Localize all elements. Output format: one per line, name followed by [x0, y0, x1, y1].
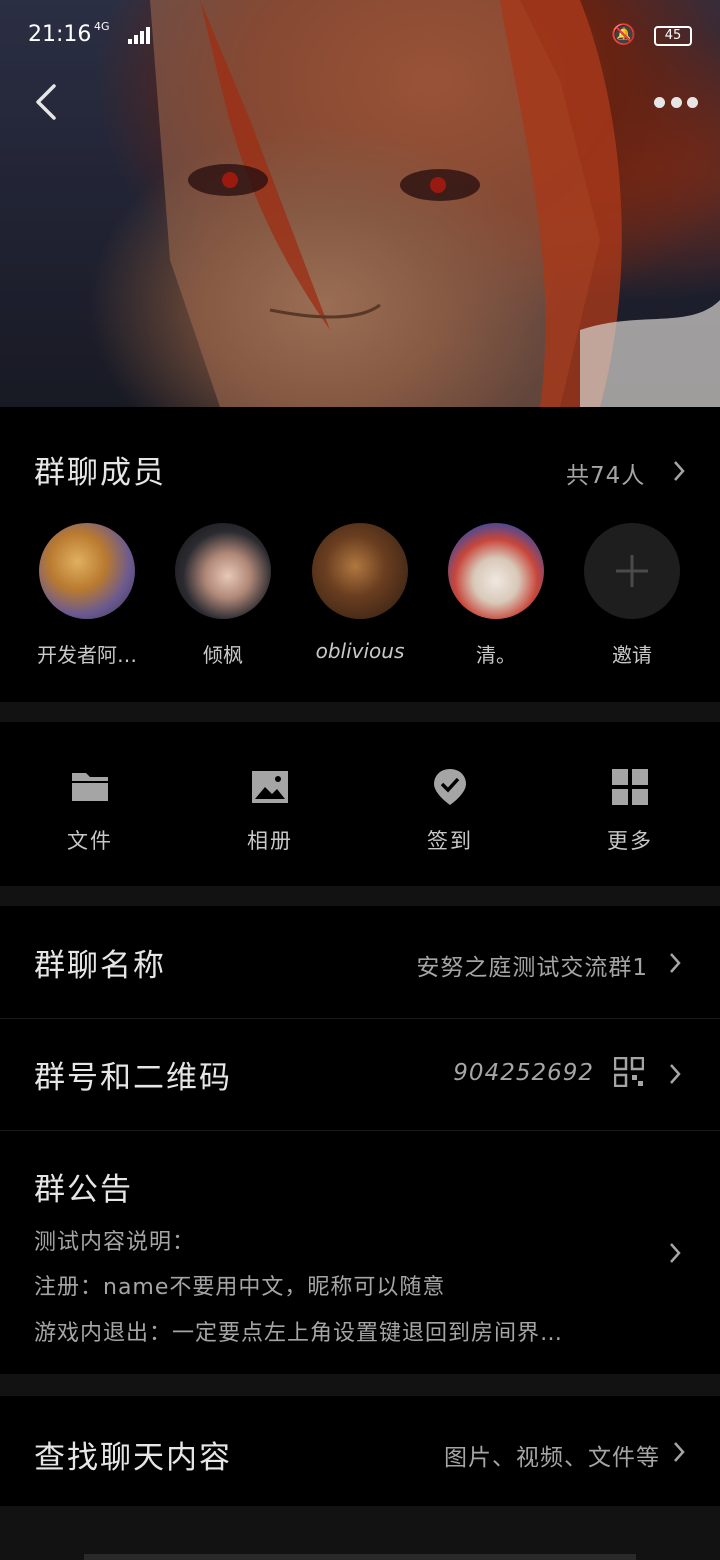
notice-title: 群公告: [34, 1172, 133, 1208]
group-name-row[interactable]: 群聊名称 安努之庭测试交流群1: [0, 906, 720, 1018]
chevron-right-icon: [670, 1243, 681, 1263]
bell-muted-icon: 🔕: [611, 22, 636, 46]
notice-line: 测试内容说明：: [34, 1230, 196, 1255]
group-id-title: 群号和二维码: [34, 1060, 232, 1096]
member-count[interactable]: 共74人: [566, 456, 645, 490]
divider: [0, 702, 720, 722]
network-type: 4G: [94, 20, 110, 33]
notice-line: 注册：name不要用中文，昵称可以随意: [34, 1275, 446, 1300]
image-icon: [252, 771, 288, 803]
back-arrow-icon[interactable]: [30, 82, 66, 122]
notice-line: 游戏内退出：一定要点左上角设置键退回到房间界…: [34, 1321, 564, 1346]
group-id-row[interactable]: 群号和二维码 904252692: [0, 1019, 720, 1130]
status-bar: 21:16 4G 🔕 45: [28, 20, 692, 52]
album-button[interactable]: 相册: [220, 767, 320, 855]
divider: [0, 1506, 720, 1560]
group-id-value: 904252692: [453, 1060, 594, 1086]
group-name-title: 群聊名称: [34, 948, 166, 984]
search-chat-title: 查找聊天内容: [34, 1440, 232, 1476]
member-item[interactable]: 清。: [441, 523, 551, 668]
folder-icon: [72, 773, 108, 801]
checkin-button[interactable]: 签到: [400, 767, 500, 855]
qr-code-icon: [614, 1057, 644, 1087]
search-chat-hint: 图片、视频、文件等: [444, 1445, 660, 1471]
member-name: 开发者阿…: [37, 643, 137, 667]
divider: [0, 1374, 720, 1396]
group-notice-row[interactable]: 群公告 测试内容说明： 注册：name不要用中文，昵称可以随意 游戏内退出：一定…: [0, 1131, 720, 1374]
battery-icon: 45: [654, 26, 692, 46]
status-time: 21:16: [28, 22, 92, 47]
avatar: [175, 523, 271, 619]
files-label: 文件: [67, 829, 113, 853]
files-button[interactable]: 文件: [40, 767, 140, 855]
grid-icon: [612, 769, 648, 805]
divider: [0, 886, 720, 906]
avatar: [448, 523, 544, 619]
member-name: 清。: [476, 643, 516, 667]
avatar: [312, 523, 408, 619]
member-item[interactable]: oblivious: [305, 523, 415, 663]
search-chat-row[interactable]: 查找聊天内容 图片、视频、文件等: [0, 1396, 720, 1506]
more-options-icon[interactable]: [654, 92, 698, 112]
invite-button[interactable]: 邀请: [577, 523, 687, 668]
checkin-label: 签到: [427, 829, 473, 853]
member-name: oblivious: [315, 639, 405, 663]
group-name-value: 安努之庭测试交流群1: [416, 955, 648, 981]
member-name: 倾枫: [203, 643, 243, 667]
member-item[interactable]: 开发者阿…: [32, 523, 142, 668]
cover-illustration: [150, 0, 720, 407]
add-icon: [584, 523, 680, 619]
signal-icon: [128, 26, 156, 44]
invite-label: 邀请: [612, 643, 652, 667]
avatar: [39, 523, 135, 619]
album-label: 相册: [247, 829, 293, 853]
chevron-right-icon[interactable]: [672, 460, 686, 482]
chevron-right-icon: [670, 1064, 681, 1084]
checkin-icon: [434, 769, 466, 805]
chevron-right-icon: [674, 1442, 685, 1462]
members-title: 群聊成员: [34, 455, 166, 491]
chevron-right-icon: [670, 953, 681, 973]
member-item[interactable]: 倾枫: [168, 523, 278, 668]
more-label: 更多: [607, 829, 653, 853]
more-button[interactable]: 更多: [580, 767, 680, 855]
bottom-bar-indicator: [84, 1554, 636, 1560]
group-cover-image: 21:16 4G 🔕 45: [0, 0, 720, 407]
